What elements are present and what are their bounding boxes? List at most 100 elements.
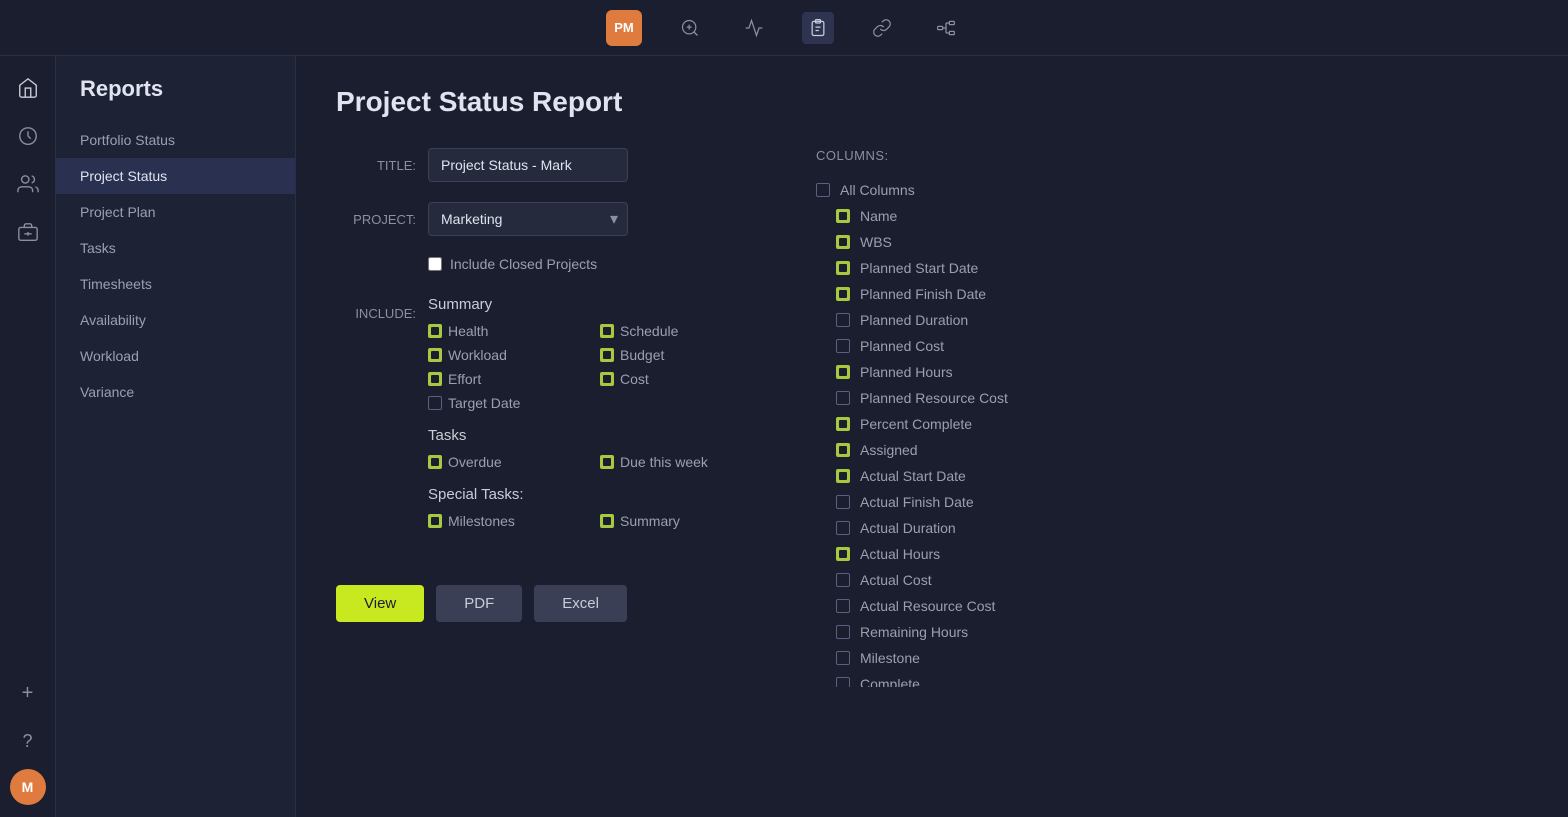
col-actual-start-date: Actual Start Date	[816, 463, 1524, 489]
cb-schedule-box[interactable]	[600, 324, 614, 338]
col-planned-start-date: Planned Start Date	[816, 255, 1524, 281]
form-left: TITLE: PROJECT: Marketing Development De…	[336, 148, 756, 687]
col-planned-duration-checkbox[interactable]	[836, 313, 850, 327]
col-planned-cost-checkbox[interactable]	[836, 339, 850, 353]
col-milestone: Milestone	[816, 645, 1524, 671]
sidebar-item-project-plan[interactable]: Project Plan	[56, 194, 295, 230]
pm-logo[interactable]: PM	[606, 10, 642, 46]
col-actual-start-date-checkbox[interactable]	[836, 469, 850, 483]
sidebar-item-portfolio-status[interactable]: Portfolio Status	[56, 122, 295, 158]
sidebar-item-variance[interactable]: Variance	[56, 374, 295, 410]
col-actual-finish-date: Actual Finish Date	[816, 489, 1524, 515]
col-actual-finish-date-checkbox[interactable]	[836, 495, 850, 509]
cb-summary: Summary	[600, 513, 756, 529]
col-actual-duration-checkbox[interactable]	[836, 521, 850, 535]
page-title: Project Status Report	[336, 86, 1528, 118]
col-percent-complete: Percent Complete	[816, 411, 1524, 437]
sidebar-item-timesheets[interactable]: Timesheets	[56, 266, 295, 302]
sidebar-item-tasks[interactable]: Tasks	[56, 230, 295, 266]
col-actual-hours: Actual Hours	[816, 541, 1524, 567]
col-actual-resource-cost: Actual Resource Cost	[816, 593, 1524, 619]
cb-schedule: Schedule	[600, 323, 756, 339]
col-all-columns: All Columns	[816, 177, 1524, 203]
col-planned-finish-date-checkbox[interactable]	[836, 287, 850, 301]
col-actual-cost: Actual Cost	[816, 567, 1524, 593]
nav-home-icon[interactable]	[8, 68, 48, 108]
sidebar-item-workload[interactable]: Workload	[56, 338, 295, 374]
col-remaining-hours-checkbox[interactable]	[836, 625, 850, 639]
col-planned-hours: Planned Hours	[816, 359, 1524, 385]
col-assigned-checkbox[interactable]	[836, 443, 850, 457]
sidebar-item-availability[interactable]: Availability	[56, 302, 295, 338]
buttons-row: View PDF Excel	[336, 585, 756, 622]
clipboard-icon[interactable]	[802, 12, 834, 44]
col-planned-hours-checkbox[interactable]	[836, 365, 850, 379]
project-row: PROJECT: Marketing Development Design Sa…	[336, 202, 756, 236]
search-zoom-icon[interactable]	[674, 12, 706, 44]
form-area: TITLE: PROJECT: Marketing Development De…	[336, 148, 1528, 687]
cb-effort-box[interactable]	[428, 372, 442, 386]
nav-avatar[interactable]: M	[10, 769, 46, 805]
col-assigned: Assigned	[816, 437, 1524, 463]
col-complete-checkbox[interactable]	[836, 677, 850, 687]
col-actual-hours-checkbox[interactable]	[836, 547, 850, 561]
view-button[interactable]: View	[336, 585, 424, 622]
tasks-grid: Overdue Due this week	[428, 454, 756, 470]
nav-help-icon[interactable]: ?	[8, 721, 48, 761]
pdf-button[interactable]: PDF	[436, 585, 522, 622]
nav-briefcase-icon[interactable]	[8, 212, 48, 252]
hierarchy-icon[interactable]	[930, 12, 962, 44]
cb-overdue: Overdue	[428, 454, 584, 470]
cb-milestones-box[interactable]	[428, 514, 442, 528]
columns-label: COLUMNS:	[816, 148, 1528, 163]
title-label: TITLE:	[336, 148, 416, 173]
cb-health-box[interactable]	[428, 324, 442, 338]
include-closed-row: Include Closed Projects	[428, 256, 756, 272]
col-name-checkbox[interactable]	[836, 209, 850, 223]
col-planned-start-date-checkbox[interactable]	[836, 261, 850, 275]
link-icon[interactable]	[866, 12, 898, 44]
cb-cost: Cost	[600, 371, 756, 387]
nav-clock-icon[interactable]	[8, 116, 48, 156]
include-label: INCLUDE:	[336, 296, 416, 321]
chart-icon[interactable]	[738, 12, 770, 44]
cb-summary-box[interactable]	[600, 514, 614, 528]
nav-users-icon[interactable]	[8, 164, 48, 204]
columns-section: COLUMNS: All Columns Name WBS	[816, 148, 1528, 687]
cb-budget-box[interactable]	[600, 348, 614, 362]
top-toolbar: PM	[0, 0, 1568, 56]
main-layout: + ? M Reports Portfolio Status Project S…	[0, 56, 1568, 817]
nav-add-icon[interactable]: +	[8, 673, 48, 713]
cb-overdue-box[interactable]	[428, 455, 442, 469]
col-actual-cost-checkbox[interactable]	[836, 573, 850, 587]
project-select-wrapper: Marketing Development Design Sales ▾	[428, 202, 628, 236]
col-actual-resource-cost-checkbox[interactable]	[836, 599, 850, 613]
sidebar-item-project-status[interactable]: Project Status	[56, 158, 295, 194]
include-closed-label: Include Closed Projects	[450, 256, 597, 272]
include-closed-checkbox[interactable]	[428, 257, 442, 271]
col-wbs-checkbox[interactable]	[836, 235, 850, 249]
cb-workload: Workload	[428, 347, 584, 363]
col-percent-complete-checkbox[interactable]	[836, 417, 850, 431]
include-section-row: INCLUDE: Summary Health Schedule	[336, 296, 756, 545]
cb-due-this-week-box[interactable]	[600, 455, 614, 469]
cb-cost-box[interactable]	[600, 372, 614, 386]
excel-button[interactable]: Excel	[534, 585, 627, 622]
cb-target-date-box[interactable]	[428, 396, 442, 410]
project-label: PROJECT:	[336, 202, 416, 227]
col-wbs: WBS	[816, 229, 1524, 255]
project-select[interactable]: Marketing Development Design Sales	[428, 202, 628, 236]
title-input[interactable]	[428, 148, 628, 182]
cb-effort: Effort	[428, 371, 584, 387]
tasks-title: Tasks	[428, 427, 756, 444]
sidebar: Reports Portfolio Status Project Status …	[56, 56, 296, 817]
title-row: TITLE:	[336, 148, 756, 182]
cb-workload-box[interactable]	[428, 348, 442, 362]
special-tasks-title: Special Tasks:	[428, 486, 756, 503]
col-planned-resource-cost-checkbox[interactable]	[836, 391, 850, 405]
col-milestone-checkbox[interactable]	[836, 651, 850, 665]
cb-milestones: Milestones	[428, 513, 584, 529]
col-all-columns-checkbox[interactable]	[816, 183, 830, 197]
col-remaining-hours: Remaining Hours	[816, 619, 1524, 645]
summary-grid: Health Schedule Workload	[428, 323, 756, 411]
